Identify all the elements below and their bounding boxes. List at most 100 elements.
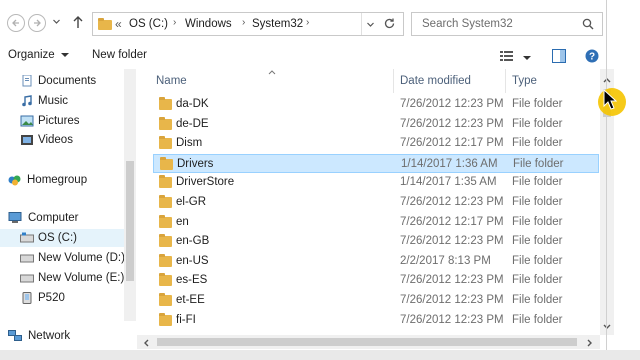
file-name: et-EE <box>176 294 205 306</box>
address-dropdown-button[interactable] <box>366 20 375 32</box>
folder-icon <box>159 273 172 287</box>
sidebar-item-label: Homegroup <box>27 174 88 186</box>
table-row[interactable]: fi-FI 7/26/2012 12:23 PM File folder <box>153 311 599 330</box>
scroll-up-button[interactable] <box>603 74 611 86</box>
file-type: File folder <box>513 157 564 170</box>
breadcrumb-separator[interactable]: › <box>306 17 309 28</box>
help-button[interactable]: ? <box>585 49 599 66</box>
file-type: File folder <box>512 98 563 110</box>
file-date-modified: 1/14/2017 1:35 AM <box>400 176 497 189</box>
file-list: Name Date modified Type da-DK 7/26/2012 1… <box>137 69 600 335</box>
navigation-scrollbar[interactable] <box>124 69 136 321</box>
table-row[interactable]: el-GR 7/26/2012 12:23 PM File folder <box>153 193 599 212</box>
sidebar-item-new-volume-e[interactable]: New Volume (E:) <box>0 269 124 287</box>
address-divider <box>361 13 362 35</box>
column-header-date-modified[interactable]: Date modified <box>400 75 471 87</box>
breadcrumb-windows[interactable]: Windows <box>185 18 232 30</box>
command-toolbar: Organize New folder ? <box>0 44 606 69</box>
new-folder-button[interactable]: New folder <box>92 49 147 61</box>
file-type: File folder <box>512 215 563 228</box>
refresh-button[interactable] <box>383 17 396 33</box>
column-divider[interactable] <box>505 69 506 93</box>
sidebar-item-pictures[interactable]: Pictures <box>0 112 124 130</box>
address-overflow-chevron[interactable]: « <box>115 17 122 31</box>
search-box[interactable]: Search System32 <box>411 12 603 36</box>
status-strip <box>0 350 640 360</box>
file-date-modified: 7/26/2012 12:23 PM <box>400 313 504 326</box>
videos-icon <box>21 135 33 145</box>
table-row[interactable]: es-ES 7/26/2012 12:23 PM File folder <box>153 271 599 290</box>
sidebar-item-p520[interactable]: P520 <box>0 289 124 307</box>
search-button[interactable] <box>582 18 594 33</box>
folder-icon <box>159 116 172 130</box>
back-button[interactable] <box>7 14 25 32</box>
chevron-right-icon <box>587 339 592 347</box>
sidebar-item-os-c[interactable]: OS (C:) <box>0 229 124 247</box>
scroll-right-button[interactable] <box>587 338 593 350</box>
up-button[interactable] <box>72 15 84 32</box>
file-type: File folder <box>512 294 563 306</box>
breadcrumb-os-c[interactable]: OS (C:) <box>129 18 168 30</box>
scroll-left-button[interactable] <box>143 338 149 350</box>
sidebar-item-music[interactable]: Music <box>0 92 124 110</box>
sidebar-item-label: P520 <box>38 292 65 304</box>
file-name: es-ES <box>176 274 208 287</box>
table-row[interactable]: en-US 2/2/2017 8:13 PM File folder <box>153 252 599 271</box>
file-name: fi-FI <box>176 313 196 326</box>
folder-icon <box>159 175 172 189</box>
sidebar-item-homegroup[interactable]: Homegroup <box>0 171 124 189</box>
drive-icon <box>20 232 34 243</box>
file-date-modified: 7/26/2012 12:23 PM <box>400 196 504 208</box>
table-row[interactable]: Drivers 1/14/2017 1:36 AM File folder <box>153 153 599 173</box>
table-row[interactable]: DriverStore 1/14/2017 1:35 AM File folder <box>153 173 599 192</box>
sidebar-item-label: Pictures <box>38 115 80 127</box>
file-type: File folder <box>512 176 563 189</box>
view-options-dropdown[interactable] <box>523 52 531 64</box>
navigation-scrollbar-thumb[interactable] <box>126 161 134 281</box>
file-name: DriverStore <box>176 176 235 189</box>
file-name: da-DK <box>176 98 209 110</box>
sidebar-item-label: Network <box>28 330 71 342</box>
table-row[interactable]: da-DK 7/26/2012 12:23 PM File folder <box>153 95 599 114</box>
table-row[interactable]: de-DE 7/26/2012 12:23 PM File folder <box>153 115 599 134</box>
table-row[interactable]: Dism 7/26/2012 12:17 PM File folder <box>153 134 599 153</box>
address-field[interactable]: « OS (C:) › Windows › System32 › <box>92 12 404 36</box>
network-icon <box>8 330 22 341</box>
file-date-modified: 7/26/2012 12:23 PM <box>400 98 504 110</box>
preview-pane-button[interactable] <box>552 49 566 66</box>
sidebar-item-label: Computer <box>28 212 79 224</box>
sidebar-item-network[interactable]: Network <box>0 327 124 345</box>
file-name: en-GB <box>176 235 210 248</box>
search-icon <box>582 18 594 30</box>
table-row[interactable]: en 7/26/2012 12:17 PM File folder <box>153 213 599 232</box>
file-name: el-GR <box>176 196 207 208</box>
column-header-type[interactable]: Type <box>512 75 537 87</box>
breadcrumb-system32[interactable]: System32 <box>252 18 303 30</box>
breadcrumb-separator[interactable]: › <box>242 17 245 28</box>
folder-icon <box>159 234 172 248</box>
sidebar-item-computer[interactable]: Computer <box>0 209 124 227</box>
organize-label: Organize <box>8 49 55 61</box>
column-header-name[interactable]: Name <box>156 75 187 87</box>
file-list-horizontal-scrollbar[interactable] <box>137 335 600 349</box>
sidebar-item-documents[interactable]: Documents <box>0 72 124 90</box>
folder-icon <box>159 312 172 326</box>
file-date-modified: 7/26/2012 12:17 PM <box>400 137 504 150</box>
change-view-button[interactable] <box>500 50 514 65</box>
scroll-down-button[interactable] <box>603 321 611 333</box>
column-divider[interactable] <box>393 69 394 93</box>
table-row[interactable]: en-GB 7/26/2012 12:23 PM File folder <box>153 232 599 251</box>
sidebar-item-label: OS (C:) <box>38 232 77 244</box>
table-row[interactable]: et-EE 7/26/2012 12:23 PM File folder <box>153 291 599 310</box>
sidebar-item-new-volume-d[interactable]: New Volume (D:) <box>0 249 125 267</box>
breadcrumb-separator[interactable]: › <box>173 17 176 28</box>
organize-button[interactable]: Organize <box>8 49 69 61</box>
homegroup-icon <box>8 175 21 186</box>
file-type: File folder <box>512 235 563 248</box>
horizontal-scrollbar-thumb[interactable] <box>157 338 577 346</box>
folder-icon <box>159 293 172 306</box>
forward-button[interactable] <box>28 14 46 32</box>
recent-locations-button[interactable] <box>52 17 61 29</box>
sidebar-item-videos[interactable]: Videos <box>0 131 124 149</box>
search-placeholder[interactable]: Search System32 <box>422 18 513 30</box>
